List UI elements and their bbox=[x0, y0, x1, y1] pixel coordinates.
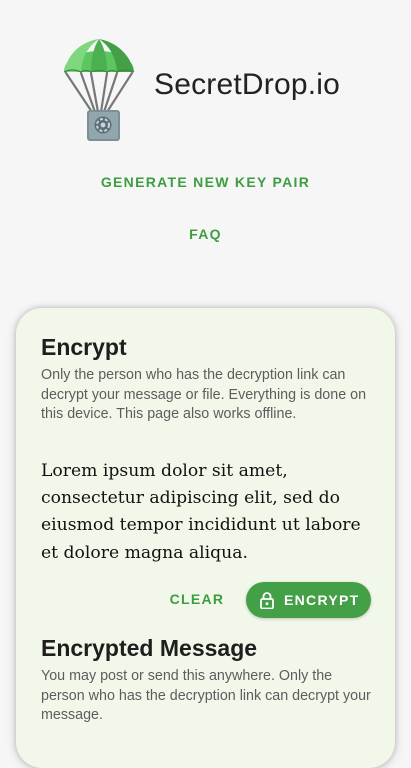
app-header: SecretDrop.io GENERATE NEW KEY PAIR FAQ bbox=[0, 0, 411, 290]
message-input[interactable]: Lorem ipsum dolor sit amet, consectetur … bbox=[41, 458, 376, 568]
lock-icon bbox=[260, 592, 274, 609]
parachute-safe-icon bbox=[63, 39, 135, 141]
site-title: SecretDrop.io bbox=[154, 68, 341, 101]
encrypt-description: Only the person who has the decryption l… bbox=[41, 367, 367, 422]
encrypted-message-description: You may post or send this anywhere. Only… bbox=[41, 668, 371, 723]
faq-link[interactable]: FAQ bbox=[0, 226, 411, 242]
generate-key-pair-link[interactable]: GENERATE NEW KEY PAIR bbox=[0, 174, 411, 190]
encrypted-message-heading: Encrypted Message bbox=[41, 635, 258, 661]
encrypt-button-label: ENCRYPT bbox=[284, 592, 360, 608]
encrypt-heading: Encrypt bbox=[41, 334, 127, 360]
clear-button[interactable]: CLEAR bbox=[166, 584, 228, 614]
encrypt-card: Encrypt Only the person who has the decr… bbox=[16, 308, 395, 768]
encrypt-button[interactable]: ENCRYPT bbox=[246, 582, 371, 618]
